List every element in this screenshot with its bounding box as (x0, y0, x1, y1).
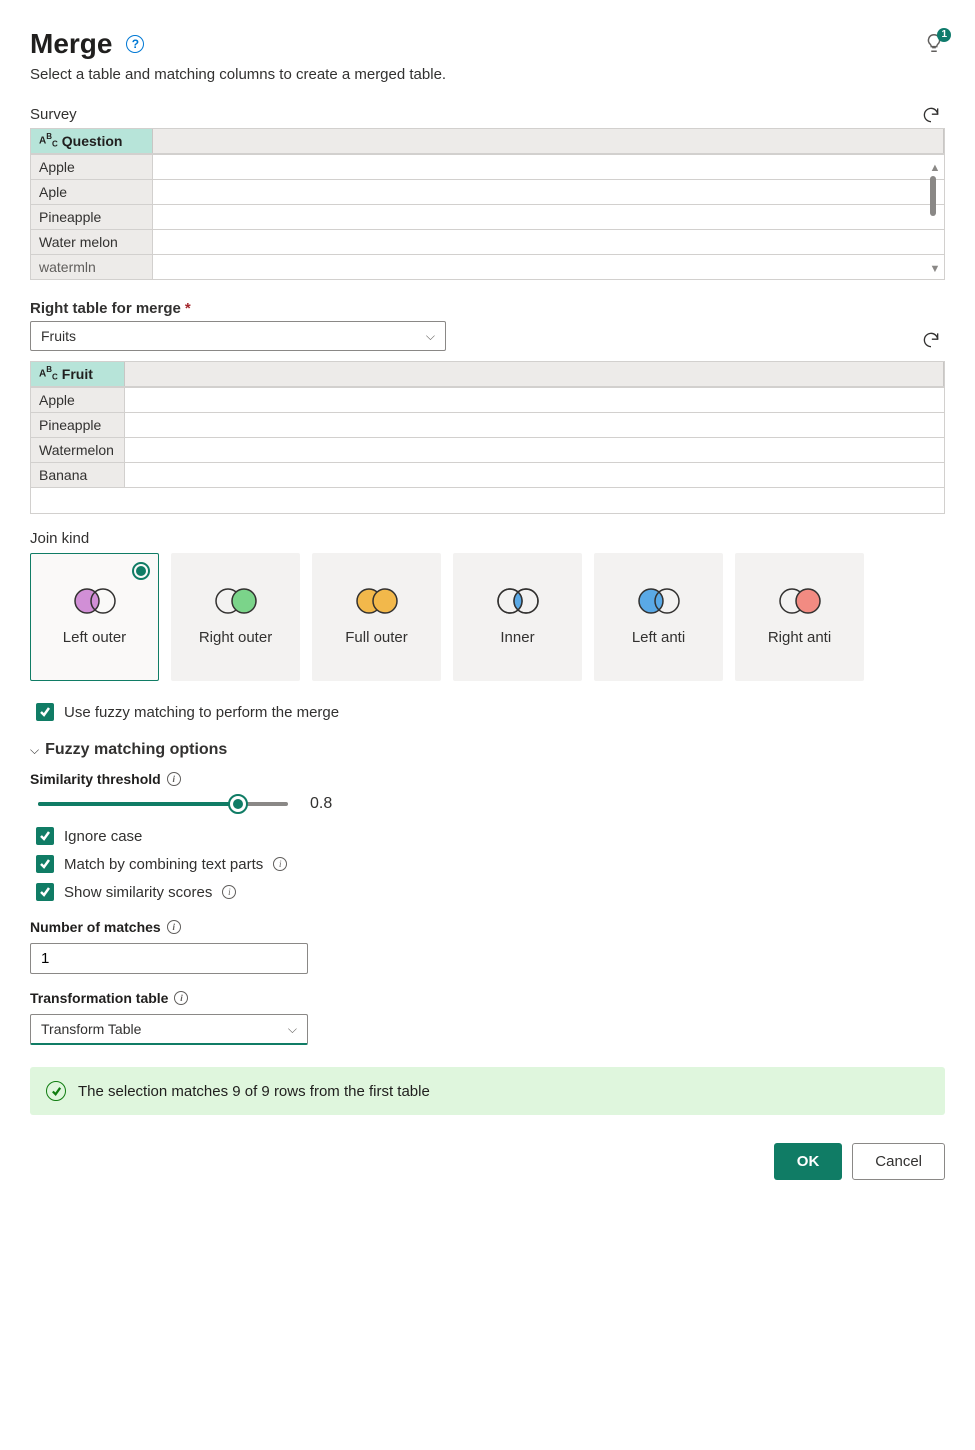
join-option-left-anti[interactable]: Left anti (594, 553, 723, 681)
join-option-label: Right anti (762, 629, 837, 647)
page-subtitle: Select a table and matching columns to c… (30, 66, 945, 83)
join-option-label: Inner (494, 629, 540, 647)
fuzzy-options-label: Fuzzy matching options (45, 741, 227, 759)
use-fuzzy-label: Use fuzzy matching to perform the merge (64, 704, 339, 721)
use-fuzzy-checkbox[interactable]: Use fuzzy matching to perform the merge (36, 703, 945, 721)
threshold-label: Similarity threshold i (30, 771, 945, 787)
table-row[interactable]: Pineapple (31, 204, 944, 229)
info-icon[interactable]: i (222, 885, 236, 899)
info-icon[interactable]: i (167, 920, 181, 934)
ignore-case-checkbox[interactable]: Ignore case (36, 827, 945, 845)
suggestions-icon[interactable]: 1 (923, 32, 945, 57)
table-row[interactable]: Aple (31, 179, 944, 204)
table-row[interactable]: watermln (31, 254, 944, 279)
help-icon[interactable]: ? (126, 35, 144, 53)
refresh-icon[interactable] (921, 330, 941, 353)
right-table[interactable]: ABC Fruit ApplePineappleWatermelonBanana (30, 361, 945, 514)
show-scores-checkbox[interactable]: Show similarity scores i (36, 883, 945, 901)
page-title: Merge (30, 28, 112, 60)
refresh-icon[interactable] (921, 105, 941, 128)
threshold-value: 0.8 (310, 795, 332, 813)
scrollbar[interactable]: ▲ ▼ (926, 159, 944, 279)
join-option-left-outer[interactable]: Left outer (30, 553, 159, 681)
column-header[interactable]: ABC Question (31, 129, 153, 153)
combine-parts-label: Match by combining text parts (64, 856, 263, 873)
join-option-right-outer[interactable]: Right outer (171, 553, 300, 681)
table-row[interactable]: Banana (31, 462, 944, 487)
venn-icon (777, 587, 823, 615)
info-icon[interactable]: i (174, 991, 188, 1005)
chevron-down-icon: ⌵ (426, 329, 435, 344)
status-message: The selection matches 9 of 9 rows from t… (78, 1083, 430, 1100)
chevron-down-icon: ⌵ (288, 1022, 297, 1037)
column-name: Question (62, 133, 123, 149)
join-option-label: Right outer (193, 629, 278, 647)
combine-parts-checkbox[interactable]: Match by combining text parts i (36, 855, 945, 873)
ignore-case-label: Ignore case (64, 828, 142, 845)
table-row[interactable]: Pineapple (31, 412, 944, 437)
join-option-inner[interactable]: Inner (453, 553, 582, 681)
column-header[interactable]: ABC Fruit (31, 362, 125, 386)
join-option-full-outer[interactable]: Full outer (312, 553, 441, 681)
success-icon (46, 1081, 66, 1101)
join-option-label: Left outer (57, 629, 132, 647)
table-row[interactable]: Apple (31, 154, 944, 179)
num-matches-label: Number of matches i (30, 919, 945, 935)
left-table[interactable]: ABC Question AppleAplePineappleWater mel… (30, 128, 945, 280)
chevron-down-icon: ⌵ (30, 743, 39, 758)
venn-icon (636, 587, 682, 615)
venn-icon (495, 587, 541, 615)
column-name: Fruit (62, 366, 93, 382)
suggestions-badge: 1 (937, 28, 951, 42)
venn-icon (72, 587, 118, 615)
venn-icon (213, 587, 259, 615)
join-option-label: Full outer (339, 629, 414, 647)
join-option-label: Left anti (626, 629, 691, 647)
threshold-slider[interactable] (38, 795, 288, 813)
table-row[interactable]: Apple (31, 387, 944, 412)
transform-table-value: Transform Table (41, 1021, 141, 1037)
venn-icon (354, 587, 400, 615)
left-table-label: Survey (30, 106, 77, 123)
num-matches-input[interactable] (30, 943, 308, 974)
right-table-selected: Fruits (41, 328, 76, 344)
join-option-right-anti[interactable]: Right anti (735, 553, 864, 681)
transform-table-select[interactable]: Transform Table ⌵ (30, 1014, 308, 1045)
status-bar: The selection matches 9 of 9 rows from t… (30, 1067, 945, 1115)
fuzzy-options-expander[interactable]: ⌵ Fuzzy matching options (30, 741, 945, 759)
cancel-button[interactable]: Cancel (852, 1143, 945, 1180)
text-type-icon: ABC (39, 366, 58, 381)
show-scores-label: Show similarity scores (64, 884, 212, 901)
ok-button[interactable]: OK (774, 1143, 843, 1180)
right-table-select[interactable]: Fruits ⌵ (30, 321, 446, 351)
right-table-section-label: Right table for merge* (30, 300, 945, 317)
text-type-icon: ABC (39, 133, 58, 148)
transform-table-label: Transformation table i (30, 990, 945, 1006)
info-icon[interactable]: i (273, 857, 287, 871)
table-row[interactable]: Watermelon (31, 437, 944, 462)
table-row[interactable]: Water melon (31, 229, 944, 254)
join-kind-label: Join kind (30, 530, 945, 547)
info-icon[interactable]: i (167, 772, 181, 786)
